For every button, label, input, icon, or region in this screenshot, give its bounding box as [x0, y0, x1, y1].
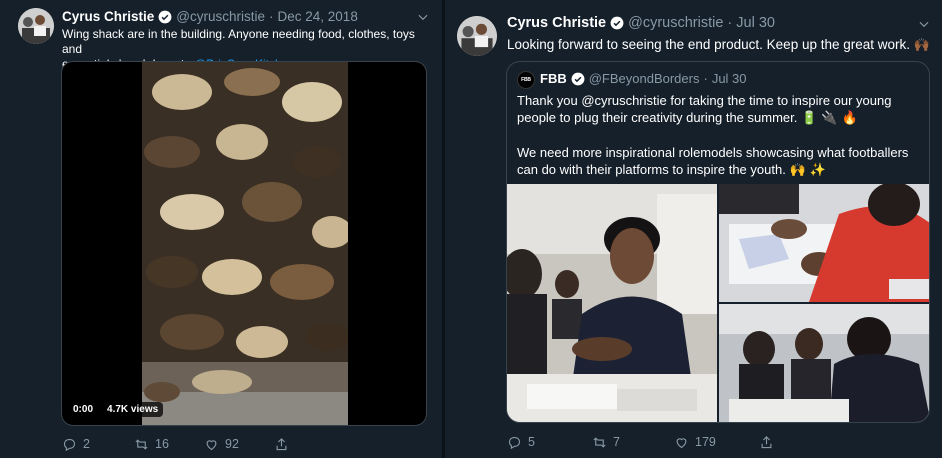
- tweet-text-emoji: 🙌🏾: [913, 38, 930, 53]
- tweet-text-body: Looking forward to seeing the end produc…: [507, 37, 911, 52]
- quoted-para2-emojis: 🙌 ✨: [789, 163, 826, 178]
- video-views: 4.7K views: [102, 402, 164, 417]
- quoted-para2-line1: We need more inspirational rolemodels sh…: [517, 145, 909, 160]
- tweet-text: Looking forward to seeing the end produc…: [507, 36, 937, 55]
- like-count: 179: [695, 435, 716, 449]
- verified-badge-icon: [571, 72, 585, 86]
- reply-icon: [508, 436, 521, 449]
- tweet-header: Cyrus Christie @cyruschristie · Dec 24, …: [62, 9, 358, 24]
- quoted-date: Jul 30: [711, 71, 747, 86]
- quoted-para2-line2-wrap: can do with their platforms to inspire t…: [517, 161, 922, 179]
- avatar[interactable]: [457, 16, 497, 56]
- retweet-count: 16: [155, 437, 169, 451]
- reply-button[interactable]: 5: [507, 435, 535, 450]
- author-name[interactable]: Cyrus Christie: [62, 9, 154, 24]
- video-badges: 0:00 4.7K views: [68, 402, 164, 417]
- share-button[interactable]: [274, 437, 295, 452]
- quoted-avatar-text: FBB: [521, 77, 531, 83]
- video-frame: [142, 62, 348, 425]
- like-icon: [676, 437, 687, 448]
- tweet-left[interactable]: Cyrus Christie @cyruschristie · Dec 24, …: [0, 0, 442, 458]
- quoted-text: Thank you @cyruschristie for taking the …: [517, 92, 922, 179]
- quoted-para2-line2: can do with their platforms to inspire t…: [517, 162, 786, 177]
- tweet-actions: 2 16 92: [62, 436, 422, 452]
- reply-count: 2: [83, 437, 90, 451]
- quoted-para1-line2-wrap: people to plug their creativity during t…: [517, 109, 922, 127]
- quoted-paragraph-gap: [517, 127, 922, 144]
- share-button[interactable]: [759, 435, 780, 450]
- quoted-header: FBB @FBeyondBorders · Jul 30: [540, 71, 747, 86]
- reply-count: 5: [528, 435, 535, 449]
- retweet-button[interactable]: 16: [134, 437, 169, 452]
- retweet-count: 7: [613, 435, 620, 449]
- tweet-date[interactable]: Dec 24, 2018: [278, 9, 358, 24]
- avatar[interactable]: [18, 8, 54, 44]
- quoted-para1-line1: Thank you @cyruschristie for taking the …: [517, 93, 892, 108]
- tweet-header: Cyrus Christie @cyruschristie · Jul 30: [507, 15, 775, 31]
- share-icon: [761, 435, 772, 448]
- author-handle[interactable]: @cyruschristie: [628, 15, 723, 31]
- quoted-handle: @FBeyondBorders: [588, 71, 700, 86]
- like-icon: [206, 439, 217, 450]
- retweet-button[interactable]: 7: [592, 435, 620, 450]
- reply-icon: [63, 438, 76, 451]
- photo-2[interactable]: [719, 184, 929, 302]
- quoted-para1-line2: people to plug their creativity during t…: [517, 110, 798, 125]
- separator-dot: ·: [727, 15, 733, 31]
- like-button[interactable]: 92: [204, 437, 239, 452]
- tweet-date[interactable]: Jul 30: [736, 15, 775, 31]
- quoted-avatar[interactable]: FBB: [517, 71, 535, 89]
- tweet-right[interactable]: Cyrus Christie @cyruschristie · Jul 30 L…: [445, 0, 942, 458]
- video-time: 0:00: [68, 402, 99, 417]
- chevron-down-icon[interactable]: [917, 17, 931, 31]
- retweet-icon: [593, 436, 606, 448]
- quoted-para1-emojis: 🔋 🔌 🔥: [801, 111, 858, 126]
- verified-badge-icon: [158, 10, 172, 24]
- share-icon: [276, 437, 287, 450]
- photo-3[interactable]: [719, 304, 929, 422]
- like-count: 92: [225, 437, 239, 451]
- author-handle[interactable]: @cyruschristie: [176, 9, 265, 24]
- tweet-actions: 5 7 179: [507, 434, 927, 450]
- photo-grid: [507, 184, 929, 422]
- tweet-text-line-1: Wing shack are in the building. Anyone n…: [62, 27, 415, 56]
- separator-dot: ·: [703, 71, 708, 86]
- separator-dot: ·: [269, 9, 274, 24]
- chevron-down-icon[interactable]: [416, 10, 430, 24]
- quoted-tweet[interactable]: FBB FBB @FBeyondBorders · Jul 30 Thank y…: [506, 61, 930, 423]
- photo-1[interactable]: [507, 184, 717, 422]
- retweet-icon: [135, 438, 148, 450]
- quoted-author-name: FBB: [540, 71, 567, 86]
- video-player[interactable]: 0:00 4.7K views: [61, 61, 427, 426]
- like-button[interactable]: 179: [674, 435, 716, 450]
- author-name[interactable]: Cyrus Christie: [507, 15, 606, 31]
- verified-badge-icon: [610, 16, 624, 30]
- reply-button[interactable]: 2: [62, 437, 90, 452]
